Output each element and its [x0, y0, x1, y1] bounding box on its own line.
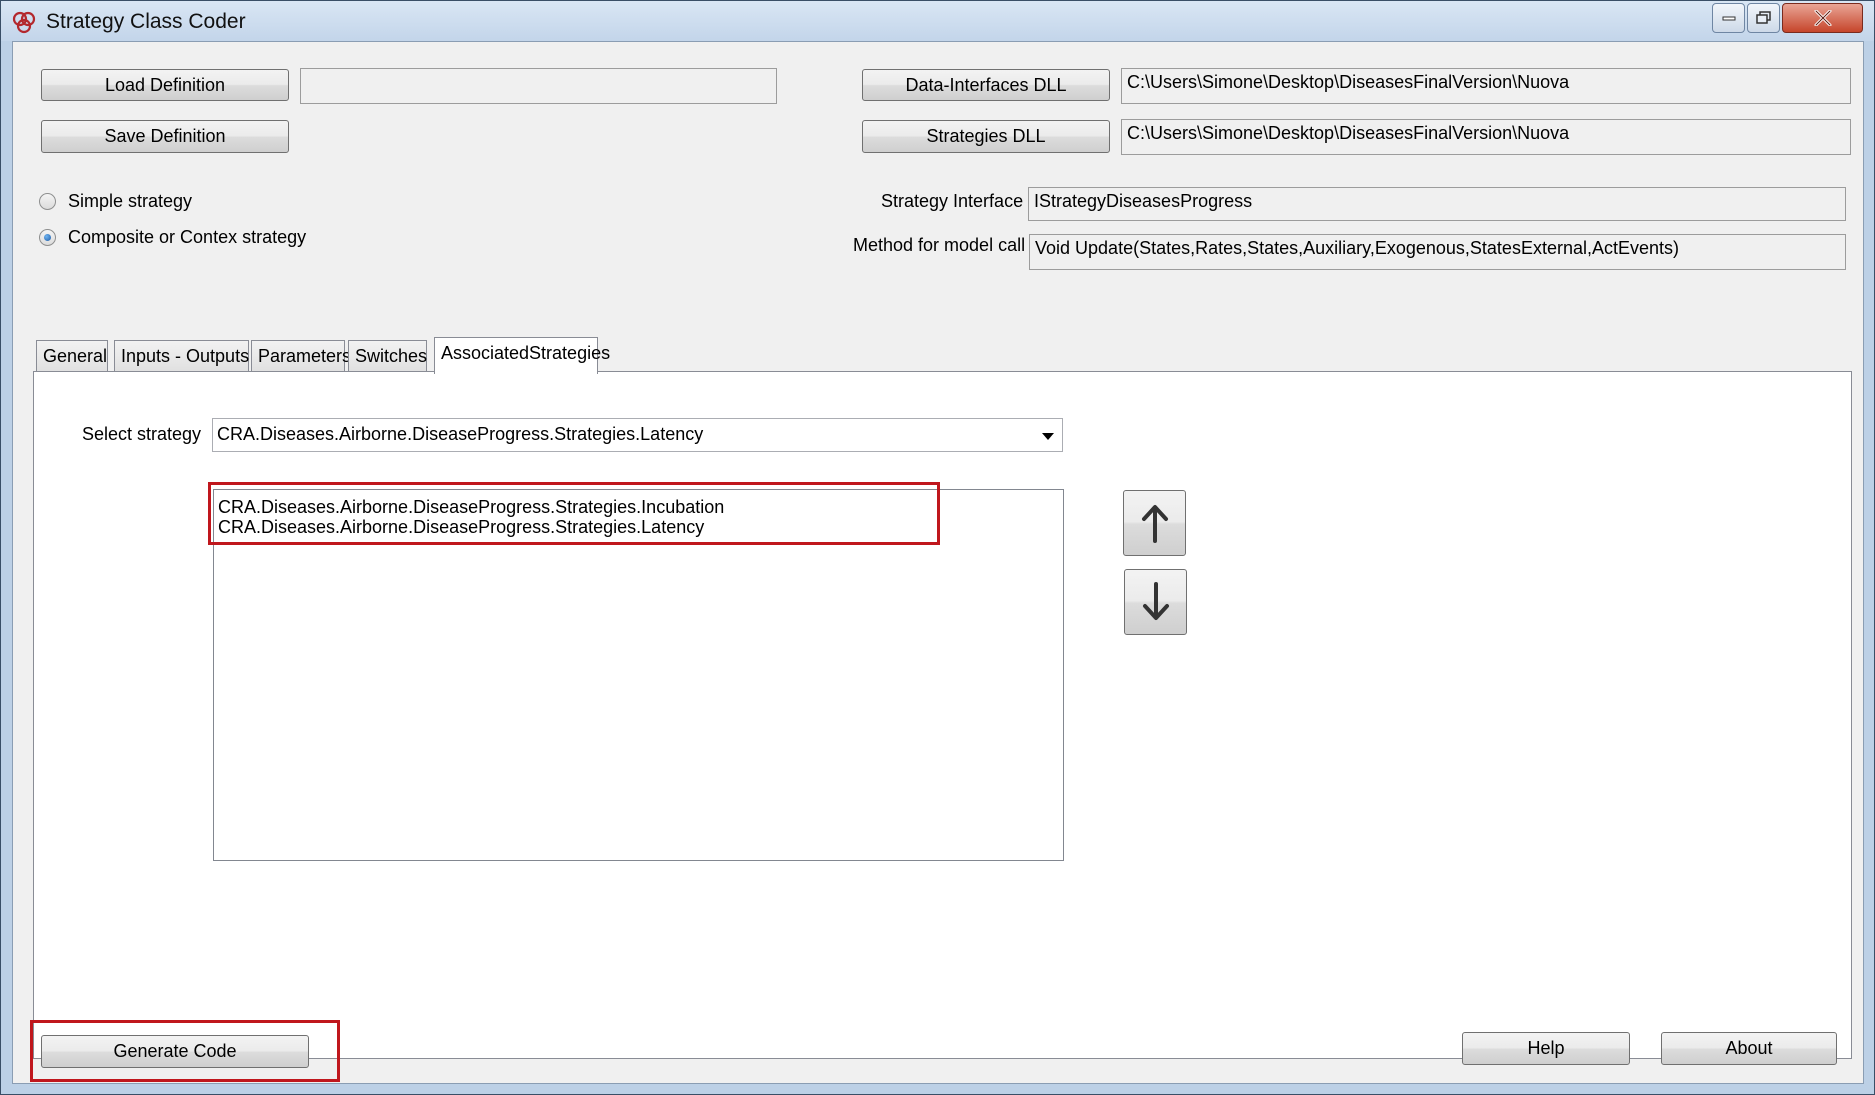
strategies-dll-button[interactable]: Strategies DLL — [862, 120, 1110, 153]
save-definition-button[interactable]: Save Definition — [41, 120, 289, 153]
generate-code-button[interactable]: Generate Code — [41, 1035, 309, 1068]
data-interfaces-dll-button[interactable]: Data-Interfaces DLL — [862, 69, 1110, 101]
tab-parameters[interactable]: Parameters — [251, 340, 351, 372]
arrow-down-icon — [1142, 582, 1169, 620]
title-bar[interactable]: Strategy Class Coder — [1, 1, 1874, 41]
maximize-icon — [1755, 11, 1771, 24]
tab-inputs-outputs[interactable]: Inputs - Outputs — [114, 340, 249, 372]
tab-associated-strategies[interactable]: AssociatedStrategies — [434, 337, 610, 374]
move-down-button[interactable] — [1124, 569, 1187, 635]
method-label: Method for model call — [853, 235, 1026, 255]
simple-strategy-label: Simple strategy — [68, 191, 193, 211]
associated-strategies-list[interactable]: CRA.Diseases.Airborne.DiseaseProgress.St… — [213, 489, 1064, 861]
arrow-up-icon — [1141, 505, 1168, 543]
help-button[interactable]: Help — [1462, 1032, 1630, 1065]
simple-strategy-radio[interactable] — [39, 193, 56, 210]
data-interfaces-path[interactable]: C:\Users\Simone\Desktop\DiseasesFinalVer… — [1121, 68, 1851, 104]
list-item[interactable]: CRA.Diseases.Airborne.DiseaseProgress.St… — [214, 517, 1063, 537]
maximize-button[interactable] — [1747, 3, 1780, 33]
load-definition-path[interactable] — [300, 68, 777, 104]
minimize-button[interactable] — [1712, 3, 1745, 33]
close-icon — [1814, 10, 1831, 26]
app-logo-icon — [12, 11, 36, 34]
strategy-interface-field[interactable]: IStrategyDiseasesProgress — [1028, 187, 1846, 221]
move-up-button[interactable] — [1123, 490, 1186, 556]
strategies-path[interactable]: C:\Users\Simone\Desktop\DiseasesFinalVer… — [1121, 119, 1851, 155]
associated-strategies-panel: Select strategy CRA.Diseases.Airborne.Di… — [33, 371, 1852, 1059]
about-button[interactable]: About — [1661, 1032, 1837, 1065]
select-strategy-label: Select strategy — [82, 424, 202, 444]
client-area: Load Definition Save Definition Data-Int… — [12, 41, 1864, 1084]
tab-switches[interactable]: Switches — [348, 340, 427, 372]
select-strategy-dropdown[interactable]: CRA.Diseases.Airborne.DiseaseProgress.St… — [212, 418, 1063, 452]
strategy-interface-label: Strategy Interface — [881, 191, 1024, 211]
minimize-icon — [1722, 16, 1735, 21]
window-title: Strategy Class Coder — [46, 10, 246, 33]
load-definition-button[interactable]: Load Definition — [41, 69, 289, 101]
tab-general[interactable]: General — [36, 340, 108, 372]
composite-strategy-label: Composite or Contex strategy — [68, 227, 307, 247]
close-button[interactable] — [1782, 3, 1863, 33]
dropdown-arrow-icon — [1042, 433, 1054, 440]
composite-strategy-radio[interactable] — [39, 229, 56, 246]
list-item[interactable]: CRA.Diseases.Airborne.DiseaseProgress.St… — [214, 497, 1063, 517]
method-field[interactable]: Void Update(States,Rates,States,Auxiliar… — [1029, 234, 1846, 270]
selected-strategy-value: CRA.Diseases.Airborne.DiseaseProgress.St… — [217, 424, 704, 444]
main-window: Strategy Class Coder Load Definition Sav… — [0, 0, 1875, 1095]
